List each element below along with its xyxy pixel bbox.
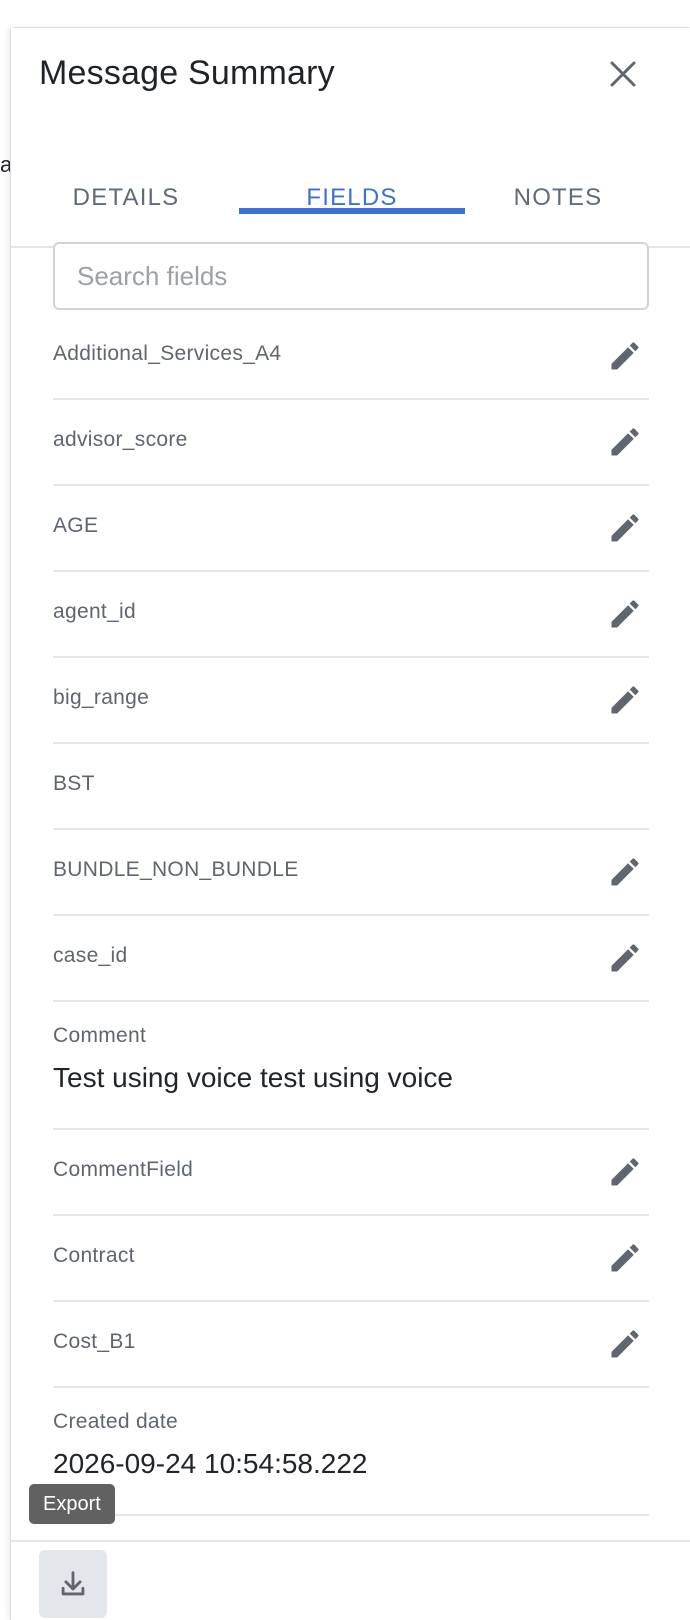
pencil-icon [611, 858, 639, 886]
field-row: Additional_Services_A4 [53, 314, 649, 400]
tab-details[interactable]: DETAILS [13, 156, 239, 248]
tab-bar: DETAILS FIELDS NOTES [11, 156, 690, 248]
edit-field-button[interactable] [607, 940, 643, 976]
field-value: Test using voice test using voice [53, 1062, 453, 1093]
field-row: Comment Test using voice test using voice [53, 1002, 649, 1130]
pencil-icon [611, 1158, 639, 1186]
field-label: Contract [53, 1244, 135, 1267]
pencil-icon [611, 428, 639, 456]
search-field-container [53, 242, 649, 310]
field-row: big_range [53, 658, 649, 744]
edit-field-button[interactable] [607, 596, 643, 632]
edit-field-button[interactable] [607, 338, 643, 374]
close-icon [610, 61, 636, 87]
search-input[interactable] [55, 244, 647, 308]
tab-details-label: DETAILS [72, 184, 180, 211]
export-button[interactable] [39, 1550, 107, 1618]
drawer-title: Message Summary [39, 54, 335, 92]
field-label: Additional_Services_A4 [53, 342, 282, 365]
pencil-icon [611, 944, 639, 972]
field-row: AGE [53, 486, 649, 572]
pencil-icon [611, 1330, 639, 1358]
tab-fields[interactable]: FIELDS [239, 156, 465, 248]
pencil-icon [611, 514, 639, 542]
field-label: AGE [53, 514, 99, 537]
tab-notes[interactable]: NOTES [445, 156, 671, 248]
edit-field-button[interactable] [607, 424, 643, 460]
top-strip [0, 0, 690, 28]
export-tooltip: Export [29, 1484, 115, 1524]
edit-field-button[interactable] [607, 1154, 643, 1190]
screen: a Message Summary DETAILS FIELDS NOTES S… [0, 0, 690, 1620]
field-label: advisor_score [53, 428, 188, 451]
field-label: Comment [53, 1024, 147, 1047]
field-label: BUNDLE_NON_BUNDLE [53, 858, 299, 881]
drawer-footer [11, 1540, 690, 1620]
field-row: CommentField [53, 1130, 649, 1216]
field-row: BUNDLE_NON_BUNDLE [53, 830, 649, 916]
field-label: Cost_B1 [53, 1330, 136, 1353]
field-row: BST [53, 744, 649, 830]
pencil-icon [611, 1244, 639, 1272]
field-row: agent_id [53, 572, 649, 658]
active-tab-indicator [239, 208, 465, 214]
pencil-icon [611, 600, 639, 628]
field-label: BST [53, 772, 95, 795]
message-summary-drawer: Message Summary DETAILS FIELDS NOTES Add… [10, 28, 690, 1620]
edit-field-button[interactable] [607, 1326, 643, 1362]
field-row: case_id [53, 916, 649, 1002]
download-icon [61, 1571, 85, 1596]
pencil-icon [611, 342, 639, 370]
field-row: Created date 2026-09-24 10:54:58.222 [53, 1388, 649, 1516]
field-label: big_range [53, 686, 150, 709]
edit-field-button[interactable] [607, 1240, 643, 1276]
drawer-header: Message Summary [11, 28, 690, 124]
field-label: agent_id [53, 600, 136, 623]
field-label: CommentField [53, 1158, 194, 1181]
field-value: 2026-09-24 10:54:58.222 [53, 1448, 368, 1479]
field-list: Additional_Services_A4 advisor_score AGE ag… [53, 314, 649, 1516]
field-row: advisor_score [53, 400, 649, 486]
close-button[interactable] [607, 58, 639, 90]
field-row: Contract [53, 1216, 649, 1302]
edit-field-button[interactable] [607, 854, 643, 890]
edit-field-button[interactable] [607, 682, 643, 718]
pencil-icon [611, 686, 639, 714]
edit-field-button[interactable] [607, 510, 643, 546]
field-label: case_id [53, 944, 128, 967]
tab-notes-label: NOTES [513, 184, 603, 211]
field-row: Cost_B1 [53, 1302, 649, 1388]
field-label: Created date [53, 1410, 179, 1433]
